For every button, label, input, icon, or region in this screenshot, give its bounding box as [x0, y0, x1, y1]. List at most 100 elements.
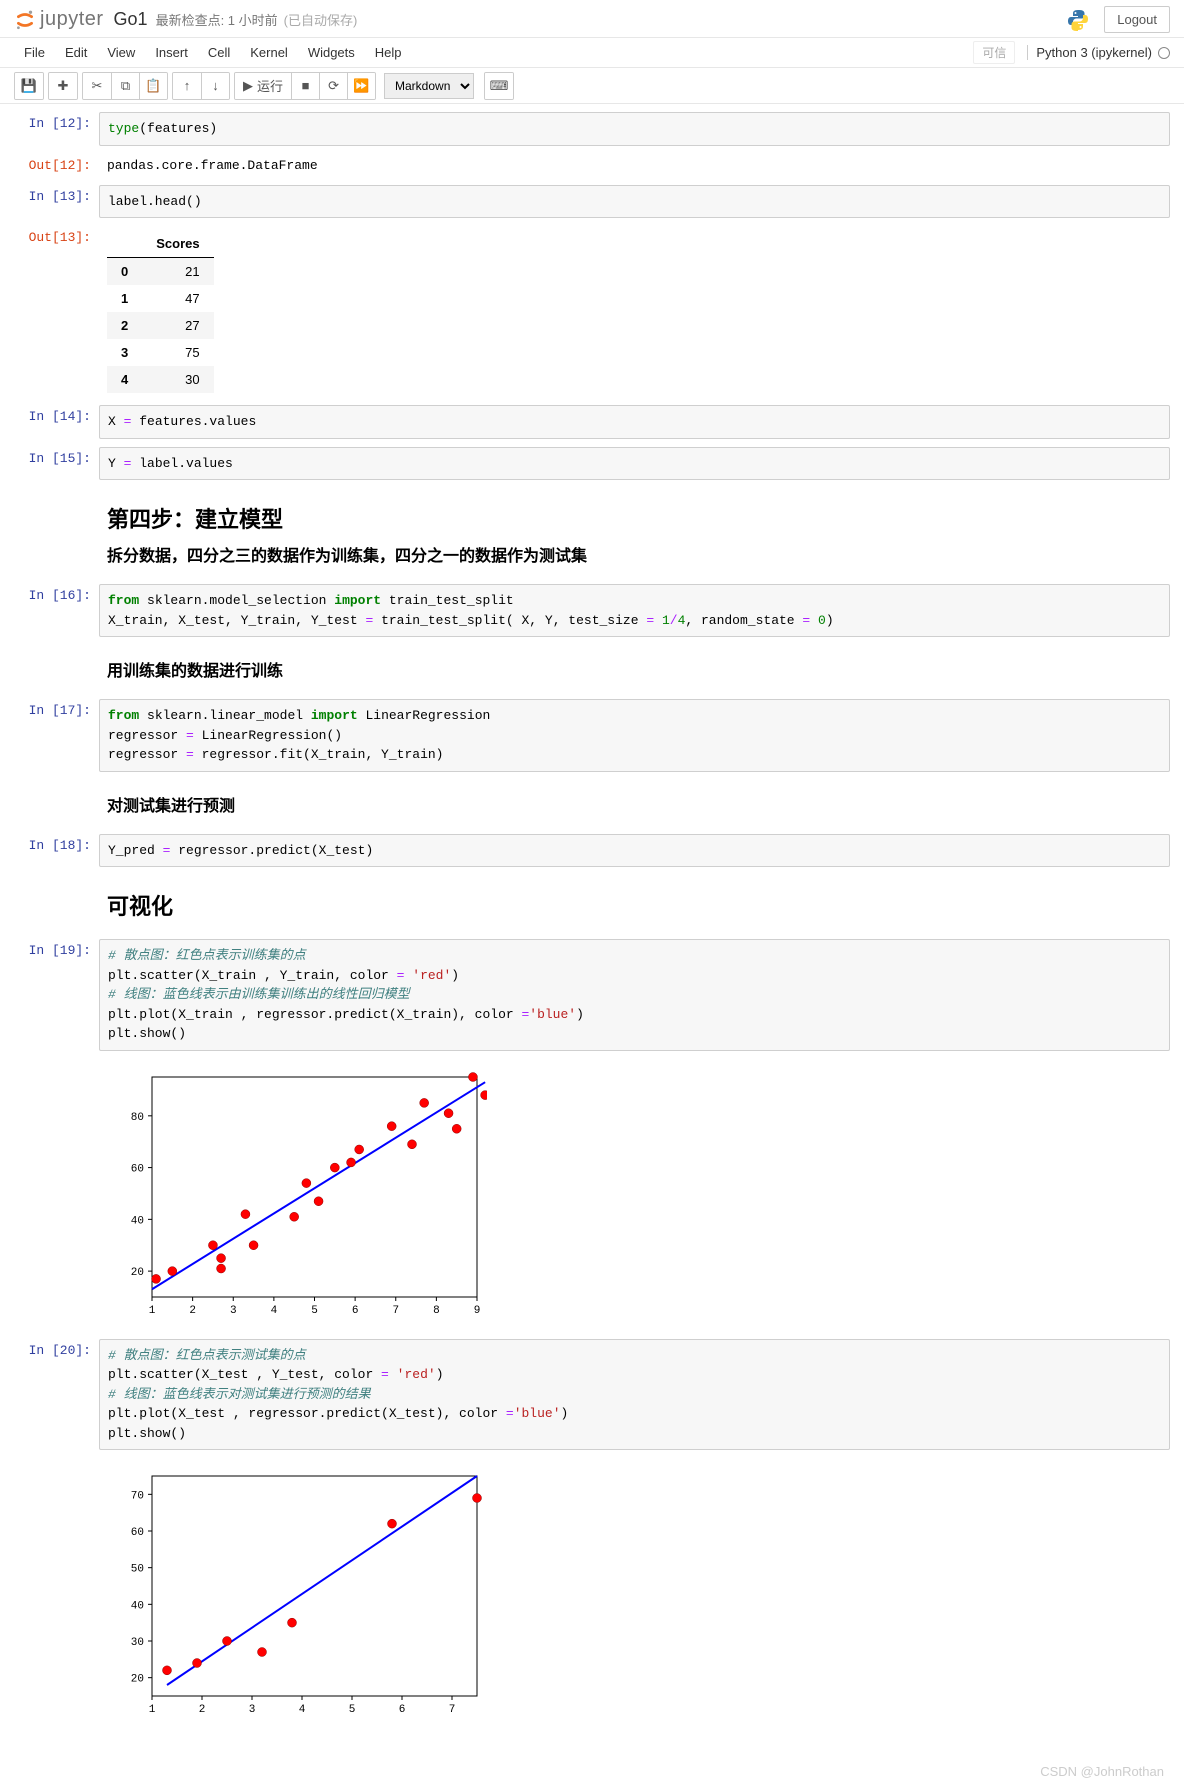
code-input[interactable]: X = features.values — [99, 405, 1170, 439]
restart-button[interactable]: ⟳ — [319, 73, 347, 99]
restart-run-all-button[interactable]: ⏩ — [347, 73, 375, 99]
jupyter-logo: jupyter — [14, 8, 104, 31]
menu-insert[interactable]: Insert — [145, 39, 198, 66]
in-prompt: In [12]: — [14, 112, 99, 146]
code-input[interactable]: Y_pred = regressor.predict(X_test) — [99, 834, 1170, 868]
markdown-cell[interactable]: 用训练集的数据进行训练 — [14, 645, 1170, 691]
code-cell-17[interactable]: In [17]: from sklearn.linear_model impor… — [14, 699, 1170, 772]
table-row: 147 — [107, 285, 214, 312]
notebook-container: In [12]: type(features) Out[12]: pandas.… — [0, 104, 1184, 1778]
table-row: 375 — [107, 339, 214, 366]
svg-text:8: 8 — [433, 1305, 440, 1317]
chart-output-19: 12345678920406080 — [99, 1063, 1170, 1331]
run-button[interactable]: ▶ 运行 — [235, 73, 291, 99]
menu-file[interactable]: File — [14, 39, 55, 66]
copy-button[interactable]: ⧉ — [111, 73, 139, 99]
in-prompt: In [19]: — [14, 939, 99, 1051]
menu-view[interactable]: View — [97, 39, 145, 66]
paste-button[interactable]: 📋 — [139, 73, 167, 99]
output-cell-12: Out[12]: pandas.core.frame.DataFrame — [14, 154, 1170, 177]
celltype-select[interactable]: Markdown — [384, 73, 474, 99]
code-cell-13[interactable]: In [13]: label.head() — [14, 185, 1170, 219]
kernel-indicator[interactable]: Python 3 (ipykernel) — [1027, 45, 1170, 60]
svg-text:9: 9 — [474, 1305, 481, 1317]
svg-text:4: 4 — [271, 1305, 278, 1317]
logo-text: jupyter — [40, 8, 104, 31]
svg-text:80: 80 — [131, 1111, 144, 1123]
svg-text:1: 1 — [149, 1305, 156, 1317]
trusted-indicator[interactable]: 可信 — [973, 41, 1015, 64]
code-input[interactable]: type(features) — [99, 112, 1170, 146]
dataframe-table: Scores 021 147 227 375 430 — [107, 230, 214, 393]
menubar: File Edit View Insert Cell Kernel Widget… — [0, 38, 1184, 68]
menu-edit[interactable]: Edit — [55, 39, 97, 66]
code-cell-14[interactable]: In [14]: X = features.values — [14, 405, 1170, 439]
svg-text:7: 7 — [449, 1704, 456, 1716]
code-input[interactable]: Y = label.values — [99, 447, 1170, 481]
code-cell-18[interactable]: In [18]: Y_pred = regressor.predict(X_te… — [14, 834, 1170, 868]
code-input[interactable]: # 散点图：红色点表示测试集的点 plt.scatter(X_test , Y_… — [99, 1339, 1170, 1451]
svg-text:50: 50 — [131, 1564, 144, 1576]
svg-text:4: 4 — [299, 1704, 306, 1716]
code-input[interactable]: from sklearn.model_selection import trai… — [99, 584, 1170, 637]
markdown-cell[interactable]: 对测试集进行预测 — [14, 780, 1170, 826]
menu-cell[interactable]: Cell — [198, 39, 240, 66]
code-input[interactable]: label.head() — [99, 185, 1170, 219]
checkpoint-status: 最新检查点: 1 小时前 — [156, 10, 278, 29]
run-label: 运行 — [257, 76, 283, 95]
move-down-button[interactable]: ↓ — [201, 73, 229, 99]
svg-text:20: 20 — [131, 1267, 144, 1279]
notebook-title[interactable]: Go1 — [114, 9, 148, 30]
command-palette-button[interactable]: ⌨ — [485, 73, 513, 99]
heading: 可视化 — [107, 889, 1162, 921]
save-button[interactable]: 💾 — [15, 73, 43, 99]
insert-cell-below-button[interactable]: ✚ — [49, 73, 77, 99]
out-prompt: Out[13]: — [14, 226, 99, 397]
plot-train: 12345678920406080 — [107, 1067, 487, 1327]
python-icon — [1066, 8, 1090, 32]
menu-help[interactable]: Help — [365, 39, 412, 66]
svg-text:6: 6 — [399, 1704, 406, 1716]
markdown-cell[interactable]: 可视化 — [14, 875, 1170, 931]
svg-text:5: 5 — [311, 1305, 318, 1317]
svg-text:7: 7 — [392, 1305, 399, 1317]
markdown-cell[interactable]: 第四步：建立模型 拆分数据，四分之三的数据作为训练集，四分之一的数据作为测试集 — [14, 488, 1170, 576]
svg-text:40: 40 — [131, 1600, 144, 1612]
output-cell-13: Out[13]: Scores 021 147 227 375 430 — [14, 226, 1170, 397]
menu-widgets[interactable]: Widgets — [298, 39, 365, 66]
output-html: Scores 021 147 227 375 430 — [99, 226, 1170, 397]
col-header: Scores — [142, 230, 213, 258]
output-cell-20: 1234567203040506070 — [14, 1458, 1170, 1730]
kernel-name: Python 3 (ipykernel) — [1027, 45, 1152, 60]
watermark: CSDN @JohnRothan — [0, 1764, 1184, 1779]
in-prompt: In [16]: — [14, 584, 99, 637]
in-prompt: In [18]: — [14, 834, 99, 868]
svg-text:1: 1 — [149, 1704, 156, 1716]
table-row: 430 — [107, 366, 214, 393]
svg-text:6: 6 — [352, 1305, 359, 1317]
in-prompt: In [17]: — [14, 699, 99, 772]
code-input[interactable]: # 散点图：红色点表示训练集的点 plt.scatter(X_train , Y… — [99, 939, 1170, 1051]
output-cell-19: 12345678920406080 — [14, 1059, 1170, 1331]
in-prompt: In [14]: — [14, 405, 99, 439]
menu-kernel[interactable]: Kernel — [240, 39, 298, 66]
in-prompt: In [13]: — [14, 185, 99, 219]
table-row: 021 — [107, 258, 214, 286]
code-cell-19[interactable]: In [19]: # 散点图：红色点表示训练集的点 plt.scatter(X_… — [14, 939, 1170, 1051]
code-cell-16[interactable]: In [16]: from sklearn.model_selection im… — [14, 584, 1170, 637]
heading: 第四步：建立模型 — [107, 502, 1162, 534]
code-cell-12[interactable]: In [12]: type(features) — [14, 112, 1170, 146]
logout-button[interactable]: Logout — [1104, 6, 1170, 33]
svg-text:70: 70 — [131, 1490, 144, 1502]
code-input[interactable]: from sklearn.linear_model import LinearR… — [99, 699, 1170, 772]
code-cell-20[interactable]: In [20]: # 散点图：红色点表示测试集的点 plt.scatter(X_… — [14, 1339, 1170, 1451]
svg-text:40: 40 — [131, 1215, 144, 1227]
cut-button[interactable]: ✂ — [83, 73, 111, 99]
chart-output-20: 1234567203040506070 — [99, 1462, 1170, 1730]
header: jupyter Go1 最新检查点: 1 小时前 (已自动保存) Logout — [0, 0, 1184, 38]
output-text: pandas.core.frame.DataFrame — [99, 154, 1170, 177]
move-up-button[interactable]: ↑ — [173, 73, 201, 99]
subheading: 对测试集进行预测 — [107, 792, 1162, 816]
code-cell-15[interactable]: In [15]: Y = label.values — [14, 447, 1170, 481]
interrupt-button[interactable]: ■ — [291, 73, 319, 99]
